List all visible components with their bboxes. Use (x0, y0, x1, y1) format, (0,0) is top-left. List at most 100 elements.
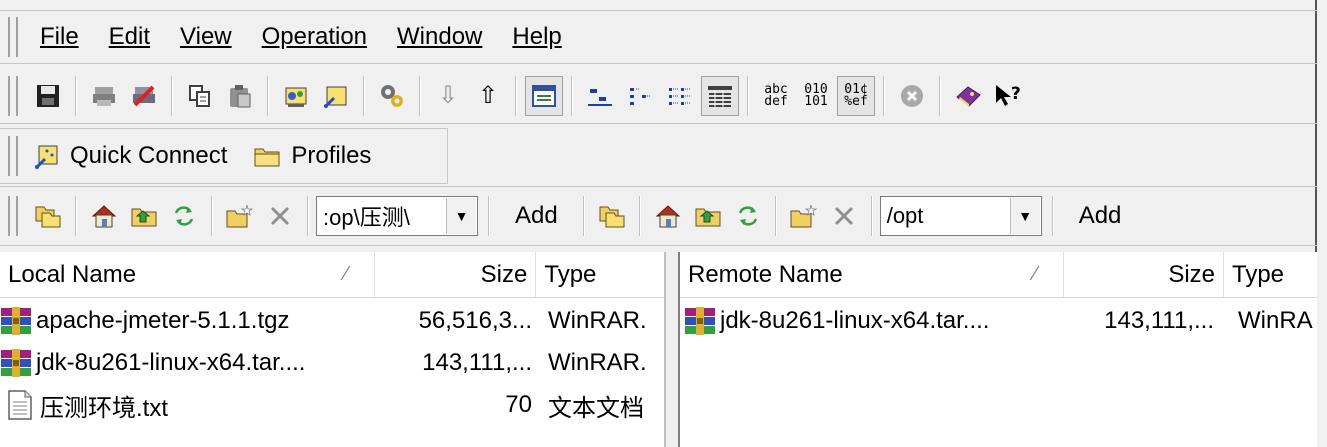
window-icon (532, 84, 556, 107)
toolbar-separator (75, 196, 77, 236)
auto-mode-button[interactable]: 01¢ %ef (837, 75, 875, 116)
list-view-button[interactable] (661, 76, 699, 116)
gears-icon (381, 84, 403, 107)
toolbar-separator (488, 196, 490, 236)
toolbar-separator (571, 75, 573, 116)
file-name: apache-jmeter-5.1.1.tgz (36, 307, 290, 334)
navigation-toolbar-grip[interactable] (8, 196, 18, 236)
toolbar-separator (582, 196, 585, 236)
winrar-archive-icon (685, 307, 715, 335)
settings-button[interactable] (373, 76, 411, 116)
help-topics-button[interactable] (949, 76, 987, 116)
arrow-down-icon: ⇩ (437, 82, 459, 109)
local-parent-folder-button[interactable] (125, 196, 163, 236)
small-icons-button[interactable] (621, 76, 659, 116)
copy-button[interactable] (181, 76, 219, 116)
refresh-icon (738, 206, 757, 226)
file-type: 文本文档 (548, 394, 644, 422)
sort-indicator-icon: ⁄ (344, 263, 348, 285)
binary-mode-button[interactable]: 010 101 (797, 76, 835, 116)
file-size: 143,111,... (422, 349, 532, 376)
remote-file-list[interactable]: Remote Name ⁄ Size Type jdk-8u261-linux-… (678, 252, 1317, 447)
home-icon (655, 205, 680, 228)
local-up-folder-button[interactable] (29, 196, 67, 236)
column-header-type[interactable]: Type (536, 252, 664, 297)
local-home-button[interactable] (85, 196, 123, 236)
printer-icon (93, 86, 115, 106)
menu-edit[interactable]: Edit (109, 23, 150, 51)
print-button[interactable] (85, 76, 123, 116)
profiles-button[interactable]: Profiles (253, 142, 371, 170)
main-toolbar: ⇩ ⇧ abc def 010 101 01¢ %ef ? (0, 68, 1317, 124)
new-folder-icon (790, 204, 818, 228)
local-delete-button[interactable] (261, 196, 299, 236)
remote-delete-button[interactable] (825, 196, 863, 236)
large-icons-button[interactable] (581, 76, 619, 116)
column-header-local-name[interactable]: Local Name ⁄ (0, 252, 375, 297)
list-item[interactable]: jdk-8u261-linux-x64.tar.... 143,111,... … (680, 300, 1317, 342)
local-refresh-button[interactable] (165, 196, 203, 236)
profiles-label: Profiles (291, 142, 372, 169)
chevron-down-icon[interactable]: ▼ (446, 198, 476, 234)
remote-up-folder-button[interactable] (593, 196, 631, 236)
list-item[interactable]: 压测环境.txt 70 文本文档 (0, 384, 664, 426)
column-header-size[interactable]: Size (1064, 252, 1224, 297)
column-header-remote-name[interactable]: Remote Name ⁄ (680, 252, 1064, 297)
disconnect-button[interactable] (317, 76, 355, 116)
delete-x-icon (270, 206, 290, 226)
remote-home-button[interactable] (649, 196, 687, 236)
menu-bar-grip[interactable] (8, 17, 18, 57)
connection-toolbar-grip[interactable] (8, 136, 18, 176)
local-path-combo[interactable]: :op\压测\ ▼ (316, 196, 478, 236)
chevron-down-icon[interactable]: ▼ (1009, 198, 1040, 234)
copy-icon (189, 84, 210, 107)
details-view-button[interactable] (701, 75, 739, 116)
navigation-toolbar: :op\压测\ ▼ Add /opt ▼ Add (0, 186, 1317, 246)
list-item[interactable]: jdk-8u261-linux-x64.tar.... 143,111,... … (0, 342, 664, 384)
local-file-list[interactable]: Local Name ⁄ Size Type apache-jmeter-5.1… (0, 252, 666, 447)
file-type: WinRAR. (548, 349, 647, 376)
list-item[interactable]: apache-jmeter-5.1.1.tgz 56,516,3... WinR… (0, 300, 664, 342)
menu-window[interactable]: Window (397, 23, 482, 51)
toolbar-separator (363, 75, 365, 116)
file-size: 70 (505, 391, 532, 418)
toolbar-separator (870, 196, 873, 236)
quick-connect-button[interactable]: Quick Connect (34, 142, 227, 170)
context-help-button[interactable]: ? (989, 76, 1027, 116)
file-type: WinRA (1238, 307, 1313, 334)
sftp-client-window: File Edit View Operation Window Help ⇩ ⇧… (0, 0, 1317, 447)
menu-bar: File Edit View Operation Window Help (0, 10, 1317, 64)
toolbar-separator (638, 196, 641, 236)
local-new-folder-button[interactable] (221, 196, 259, 236)
text-mode-button[interactable]: abc def (757, 76, 795, 116)
local-add-button[interactable]: Add (497, 196, 576, 236)
save-button[interactable] (29, 76, 67, 116)
up-folder-icon (35, 206, 61, 228)
upload-button[interactable]: ⇧ (469, 76, 507, 116)
column-header-type[interactable]: Type (1224, 252, 1317, 297)
menu-help[interactable]: Help (512, 23, 561, 51)
paste-button[interactable] (221, 76, 259, 116)
connect-button[interactable] (277, 76, 315, 116)
connect-icon (285, 87, 307, 107)
remote-refresh-button[interactable] (729, 196, 767, 236)
menu-view[interactable]: View (180, 23, 232, 51)
menu-file[interactable]: File (40, 23, 79, 51)
menu-operation[interactable]: Operation (262, 23, 367, 51)
toolbar-grip[interactable] (8, 75, 18, 116)
stop-button[interactable] (893, 76, 931, 116)
remote-add-button[interactable]: Add (1061, 196, 1140, 236)
remote-path-combo[interactable]: /opt ▼ (879, 196, 1042, 236)
print-setup-button[interactable] (125, 76, 163, 116)
remote-parent-folder-button[interactable] (689, 196, 727, 236)
file-transfer-window-button[interactable] (525, 75, 563, 116)
toolbar-separator (774, 196, 777, 236)
refresh-icon (174, 206, 194, 226)
remote-new-folder-button[interactable] (785, 196, 823, 236)
column-header-size[interactable]: Size (375, 252, 537, 297)
pane-splitter[interactable] (666, 252, 678, 447)
toolbar-separator (939, 75, 941, 116)
winrar-archive-icon (1, 307, 31, 335)
download-button[interactable]: ⇩ (429, 76, 467, 116)
delete-x-icon (834, 206, 853, 226)
